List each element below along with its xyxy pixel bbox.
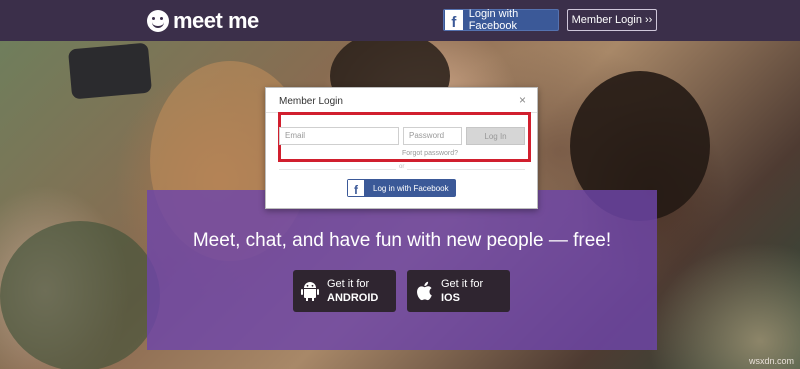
close-icon[interactable]: × — [519, 93, 526, 107]
android-icon — [293, 281, 327, 301]
modal-facebook-login-button[interactable]: f Log in with Facebook — [347, 179, 456, 197]
header-facebook-login-button[interactable]: f Login with Facebook — [443, 8, 559, 32]
email-field[interactable]: Email — [279, 127, 399, 145]
or-label: or — [396, 164, 408, 170]
top-header: meet me f Login with Facebook Member Log… — [0, 0, 800, 41]
password-field[interactable]: Password — [403, 127, 462, 145]
ios-button-line1: Get it for — [441, 278, 484, 290]
smiley-logo-icon — [147, 10, 169, 32]
promo-headline: Meet, chat, and have fun with new people… — [192, 230, 612, 251]
ios-button-line2: IOS — [441, 292, 460, 304]
android-app-button[interactable]: Get it for ANDROID — [293, 270, 396, 312]
forgot-password-link[interactable]: Forgot password? — [402, 150, 458, 157]
meetme-logo[interactable]: meet me — [147, 8, 259, 34]
modal-facebook-login-label: Log in with Facebook — [373, 183, 449, 193]
header-facebook-login-label: Login with Facebook — [468, 8, 519, 32]
facebook-icon: f — [445, 10, 463, 30]
logo-text: meet me — [173, 8, 259, 33]
ios-app-button[interactable]: Get it for IOS — [407, 270, 510, 312]
modal-title: Member Login — [279, 96, 343, 107]
member-login-button[interactable]: Member Login ›› — [567, 9, 657, 31]
apple-icon — [407, 281, 441, 301]
facebook-icon: f — [348, 180, 364, 196]
promo-panel: Meet, chat, and have fun with new people… — [147, 190, 657, 350]
android-button-line2: ANDROID — [327, 292, 379, 304]
watermark: wsxdn.com — [748, 356, 794, 366]
android-button-line1: Get it for — [327, 278, 370, 290]
login-button[interactable]: Log In — [466, 127, 525, 145]
